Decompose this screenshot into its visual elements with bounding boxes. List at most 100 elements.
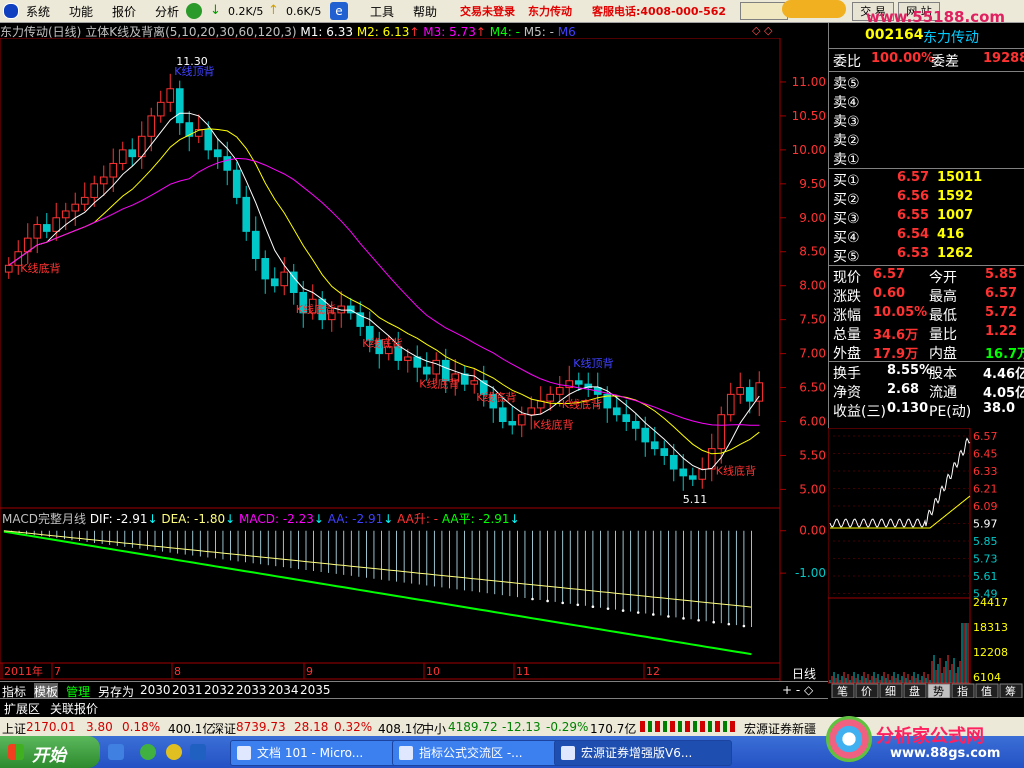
- ie-icon[interactable]: e: [330, 2, 348, 20]
- candle-body: [432, 359, 441, 375]
- cell: 6.57: [897, 170, 930, 185]
- tab-8[interactable]: 2034: [268, 683, 299, 697]
- tab-bar: 指标 模板 管理 另存为 2030 2031 2032 2033 2034 2035: [0, 681, 828, 700]
- download-badge[interactable]: [782, 0, 846, 18]
- cell: 4.46亿: [983, 367, 1024, 382]
- cell: 6.55: [897, 208, 930, 223]
- candle-body: [270, 278, 279, 287]
- quicklaunch-icon[interactable]: [140, 744, 156, 760]
- candle-body: [251, 230, 260, 260]
- stock-link[interactable]: 东力传动: [528, 3, 572, 19]
- window-control-icon[interactable]: [740, 2, 788, 20]
- menu-help[interactable]: 帮助: [413, 3, 437, 20]
- candle-body: [52, 217, 61, 232]
- intraday-price-tick: 6.09: [973, 500, 998, 513]
- main-chart[interactable]: 11.00 10.50 10.00 9.50 9.00 8.50 8.00 7.50 7.00 6…: [0, 38, 828, 681]
- intraday-volume-tick: 24417: [973, 596, 1008, 609]
- dea-value: DEA: -1.80: [161, 512, 226, 526]
- task-stock-app[interactable]: 宏源证券增强版V6...: [554, 740, 732, 766]
- menu-system[interactable]: 系统: [26, 3, 50, 20]
- tab-9[interactable]: 2035: [300, 683, 331, 697]
- cell: 买⑤: [833, 249, 860, 265]
- aa-down-icon: ↓: [383, 512, 394, 526]
- cell: 1007: [937, 208, 974, 223]
- candle-body: [669, 454, 678, 470]
- weibi-row: 委比 100.00% 委差 19288: [833, 51, 1024, 70]
- task-word-label: 文档 101 - Micro...: [257, 746, 364, 760]
- sh-percent: 0.18%: [122, 720, 161, 734]
- menu-function[interactable]: 功能: [69, 3, 93, 20]
- fin-row: 换手 8.55% 股本 4.46亿: [833, 363, 1024, 382]
- candle-body: [71, 203, 80, 212]
- menu-analysis[interactable]: 分析: [155, 3, 179, 20]
- cell: 涨跌: [833, 289, 861, 305]
- cell: 买④: [833, 230, 860, 246]
- annotation-bottom: K线底背: [362, 336, 402, 350]
- sell-row: 卖③: [833, 111, 1023, 130]
- speed-down: 0.2K/5: [228, 5, 264, 18]
- period-label[interactable]: 日线: [792, 665, 816, 682]
- quicklaunch-icon[interactable]: [108, 744, 124, 760]
- macd-tick-label: -1.00: [795, 566, 826, 580]
- cell: 最高: [929, 289, 957, 305]
- x-label: 2011年: [4, 664, 43, 678]
- macd-dot: [576, 603, 580, 607]
- quicklaunch-icon[interactable]: [190, 744, 206, 760]
- tab-related-quote[interactable]: 关联报价: [50, 700, 98, 717]
- x-label: 11: [516, 665, 530, 678]
- tab-4[interactable]: 2030: [140, 683, 171, 697]
- intraday-price-tick: 5.61: [973, 570, 998, 583]
- chart-title: 东力传动(日线): [0, 25, 82, 39]
- aa-value: AA: -2.91: [327, 512, 384, 526]
- macd-dot: [727, 622, 731, 626]
- intraday-chart[interactable]: 6.576.456.336.216.095.975.855.735.615.49…: [828, 428, 1024, 698]
- login-status[interactable]: 交易未登录: [460, 3, 515, 19]
- stock-id-row: 002164 东力传动: [833, 27, 1023, 46]
- candle-body: [166, 88, 175, 103]
- candle-body: [460, 373, 469, 385]
- annotation-bottom: K线底背: [20, 261, 60, 275]
- task-ie[interactable]: 指标公式交流区 -...: [392, 740, 568, 766]
- sz-amount: 408.1亿: [378, 722, 425, 736]
- tab-extension[interactable]: 扩展区: [4, 700, 40, 717]
- start-button[interactable]: 开始: [0, 736, 100, 768]
- sh-label[interactable]: 上证: [2, 720, 26, 737]
- zx-change: -12.13: [502, 720, 541, 734]
- macd-tick-label: 0.00: [799, 524, 826, 538]
- zx-label[interactable]: 中小: [422, 720, 446, 737]
- task-word[interactable]: 文档 101 - Micro...: [230, 740, 406, 766]
- m2-up-arrow-icon: ↑: [409, 25, 420, 39]
- tab-5[interactable]: 2031: [172, 683, 203, 697]
- menu-quote[interactable]: 报价: [112, 3, 136, 20]
- x-label: 10: [426, 665, 440, 678]
- zx-index: 4189.72: [448, 720, 498, 734]
- cell: 内盘: [929, 346, 957, 362]
- sz-label[interactable]: 深证: [212, 720, 236, 737]
- side-tab-label: 筹: [1005, 684, 1016, 698]
- intraday-price-tick: 6.21: [973, 483, 998, 496]
- candle-body: [641, 427, 650, 443]
- candle-body: [118, 149, 127, 164]
- cell: 卖⑤: [833, 76, 860, 92]
- candle-body: [527, 407, 536, 416]
- candle-body: [204, 128, 213, 151]
- menu-tools[interactable]: 工具: [370, 3, 394, 20]
- cell: 5.85: [985, 267, 1018, 282]
- sell-row: 卖②: [833, 130, 1023, 149]
- candle-body: [109, 162, 118, 178]
- cell: 2.68: [887, 382, 920, 397]
- tab-7[interactable]: 2033: [236, 683, 267, 697]
- zoom-controls[interactable]: + - ◇: [782, 683, 813, 697]
- quicklaunch-icon[interactable]: [166, 744, 182, 760]
- stock-code: 002164: [865, 27, 924, 43]
- app-icon: [561, 746, 575, 760]
- candle-body: [698, 468, 707, 480]
- weibi-label: 委比: [833, 54, 861, 70]
- quote-row: 外盘 17.9万 内盘 16.7万: [833, 343, 1024, 362]
- chart-corner-icons[interactable]: ◇ ◇: [752, 24, 772, 37]
- news-ticker[interactable]: 宏源证券新疆: [744, 720, 816, 737]
- tab-6[interactable]: 2032: [204, 683, 235, 697]
- cell: 17.9万: [873, 347, 919, 362]
- candle-body: [90, 183, 99, 198]
- macd-header: MACD完整月线 DIF: -2.91↓ DEA: -1.80↓ MACD: -…: [2, 510, 520, 527]
